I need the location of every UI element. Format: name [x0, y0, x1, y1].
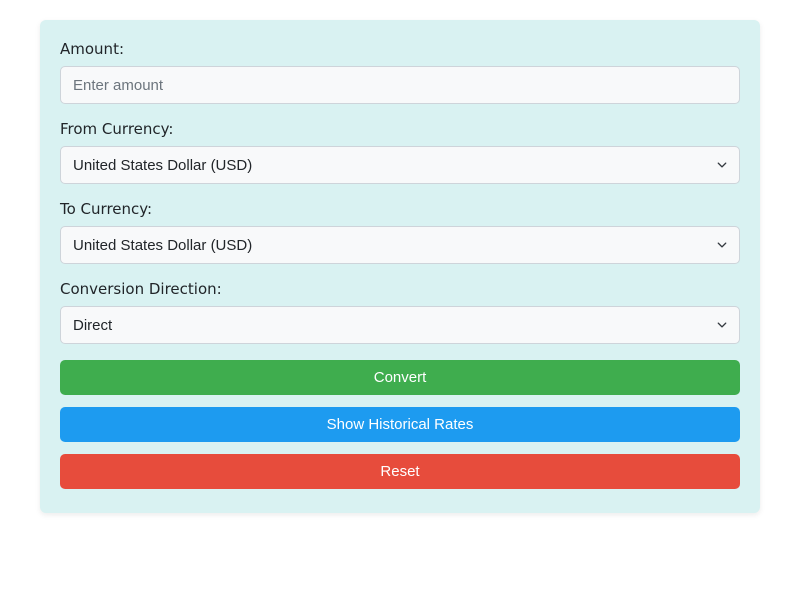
from-currency-group: From Currency: United States Dollar (USD…	[60, 120, 740, 184]
to-currency-label: To Currency:	[60, 200, 740, 218]
to-currency-select[interactable]: United States Dollar (USD)	[60, 226, 740, 264]
direction-select[interactable]: Direct	[60, 306, 740, 344]
to-currency-group: To Currency: United States Dollar (USD)	[60, 200, 740, 264]
from-currency-label: From Currency:	[60, 120, 740, 138]
convert-button[interactable]: Convert	[60, 360, 740, 395]
amount-group: Amount:	[60, 40, 740, 104]
amount-label: Amount:	[60, 40, 740, 58]
direction-group: Conversion Direction: Direct	[60, 280, 740, 344]
direction-label: Conversion Direction:	[60, 280, 740, 298]
historical-rates-button[interactable]: Show Historical Rates	[60, 407, 740, 442]
reset-button[interactable]: Reset	[60, 454, 740, 489]
from-currency-select[interactable]: United States Dollar (USD)	[60, 146, 740, 184]
converter-card: Amount: From Currency: United States Dol…	[40, 20, 760, 513]
amount-input[interactable]	[60, 66, 740, 104]
